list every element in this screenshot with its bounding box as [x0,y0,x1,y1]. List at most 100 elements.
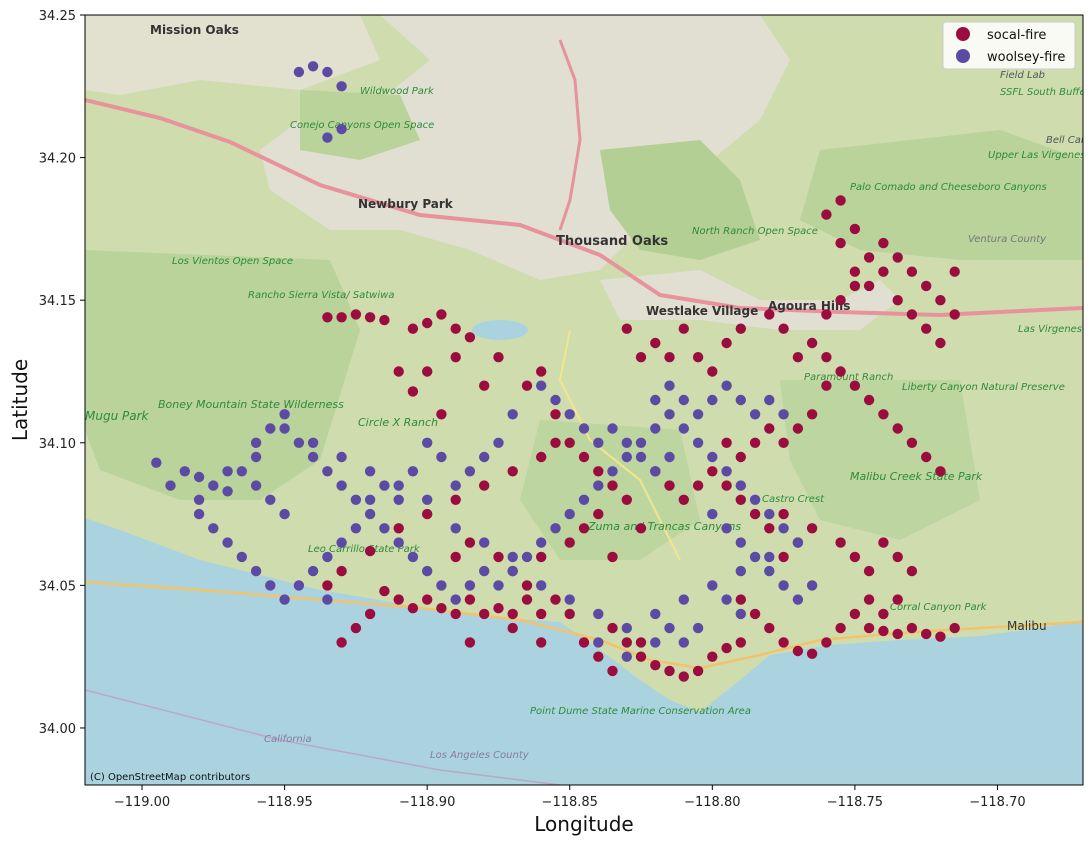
point-woolsey-fire [521,551,533,563]
point-woolsey-fire [550,394,561,406]
point-woolsey-fire [536,537,547,548]
point-socal-fire [692,480,704,491]
point-woolsey-fire [250,565,262,577]
point-socal-fire [450,352,461,363]
point-woolsey-fire [664,622,675,634]
legend-label-socal-fire: socal-fire [987,28,1046,43]
label-california: California [264,734,312,745]
point-socal-fire [778,551,789,563]
point-socal-fire [921,451,932,463]
point-socal-fire [635,651,647,662]
point-socal-fire [878,409,889,420]
point-socal-fire [892,295,903,306]
label-los-vientos: Los Vientos Open Space [172,256,293,267]
label-ssfl: SSFL South Buffer [1000,87,1091,98]
label-paramount: Paramount Ranch [804,372,893,383]
point-socal-fire [792,645,804,657]
point-woolsey-fire [564,409,575,420]
point-socal-fire [450,608,461,620]
point-socal-fire [493,352,504,363]
point-socal-fire [464,594,476,605]
point-woolsey-fire [749,551,761,563]
point-socal-fire [635,637,647,648]
point-socal-fire [921,280,932,292]
point-socal-fire [436,309,447,320]
point-socal-fire [650,337,661,349]
point-socal-fire [806,523,818,534]
point-woolsey-fire [464,580,476,591]
point-woolsey-fire [250,451,262,463]
point-socal-fire [906,437,918,448]
point-socal-fire [892,551,903,563]
point-woolsey-fire [422,565,433,577]
point-woolsey-fire [621,451,632,463]
point-socal-fire [878,537,889,548]
point-woolsey-fire [193,508,205,520]
point-socal-fire [593,651,604,662]
point-woolsey-fire [678,423,689,434]
point-socal-fire [863,594,875,605]
point-socal-fire [821,209,832,220]
point-socal-fire [906,266,918,277]
point-woolsey-fire [707,508,718,520]
point-woolsey-fire [379,523,390,534]
label-mission-oaks: Mission Oaks [150,23,239,37]
point-socal-fire [749,608,761,620]
point-socal-fire [464,637,476,648]
x-axis-label: Longitude [534,812,633,836]
point-socal-fire [464,332,476,343]
point-socal-fire [878,625,889,637]
point-socal-fire [507,608,518,620]
point-socal-fire [892,423,903,434]
label-ventura-county: Ventura County [968,234,1047,245]
point-woolsey-fire [336,81,347,92]
point-socal-fire [350,622,362,634]
point-woolsey-fire [778,409,789,420]
point-woolsey-fire [664,451,675,463]
point-woolsey-fire [764,565,775,577]
point-woolsey-fire [322,132,333,143]
point-woolsey-fire [650,423,661,434]
point-woolsey-fire [721,380,732,391]
point-woolsey-fire [664,380,675,391]
point-socal-fire [863,565,875,577]
point-woolsey-fire [165,480,176,491]
point-woolsey-fire [322,551,333,563]
point-woolsey-fire [536,580,547,591]
point-socal-fire [778,637,789,648]
point-socal-fire [664,352,675,363]
point-socal-fire [692,352,704,363]
point-socal-fire [336,637,347,648]
point-woolsey-fire [407,551,419,563]
point-socal-fire [792,352,804,363]
point-socal-fire [536,637,547,648]
point-socal-fire [436,409,447,420]
label-field-lab: Field Lab [1000,70,1045,81]
point-socal-fire [479,608,490,620]
x-tick-label: −118.90 [399,795,455,810]
point-socal-fire [550,594,561,605]
point-socal-fire [849,280,861,292]
point-socal-fire [835,537,846,548]
x-tick-label: −118.75 [827,795,883,810]
label-wildwood: Wildwood Park [360,86,435,97]
point-socal-fire [493,551,504,563]
point-woolsey-fire [707,580,718,591]
point-socal-fire [863,622,875,634]
point-woolsey-fire [493,437,504,448]
point-woolsey-fire [479,537,490,548]
point-woolsey-fire [635,451,647,463]
point-woolsey-fire [322,466,333,477]
point-woolsey-fire [151,457,162,468]
point-socal-fire [635,352,647,363]
point-socal-fire [393,523,404,534]
point-socal-fire [892,594,903,605]
point-woolsey-fire [621,622,632,634]
point-woolsey-fire [279,594,290,605]
point-socal-fire [507,466,518,477]
point-socal-fire [721,480,732,491]
point-woolsey-fire [792,594,804,605]
point-woolsey-fire [764,508,775,520]
point-woolsey-fire [336,480,347,491]
point-woolsey-fire [778,523,789,534]
